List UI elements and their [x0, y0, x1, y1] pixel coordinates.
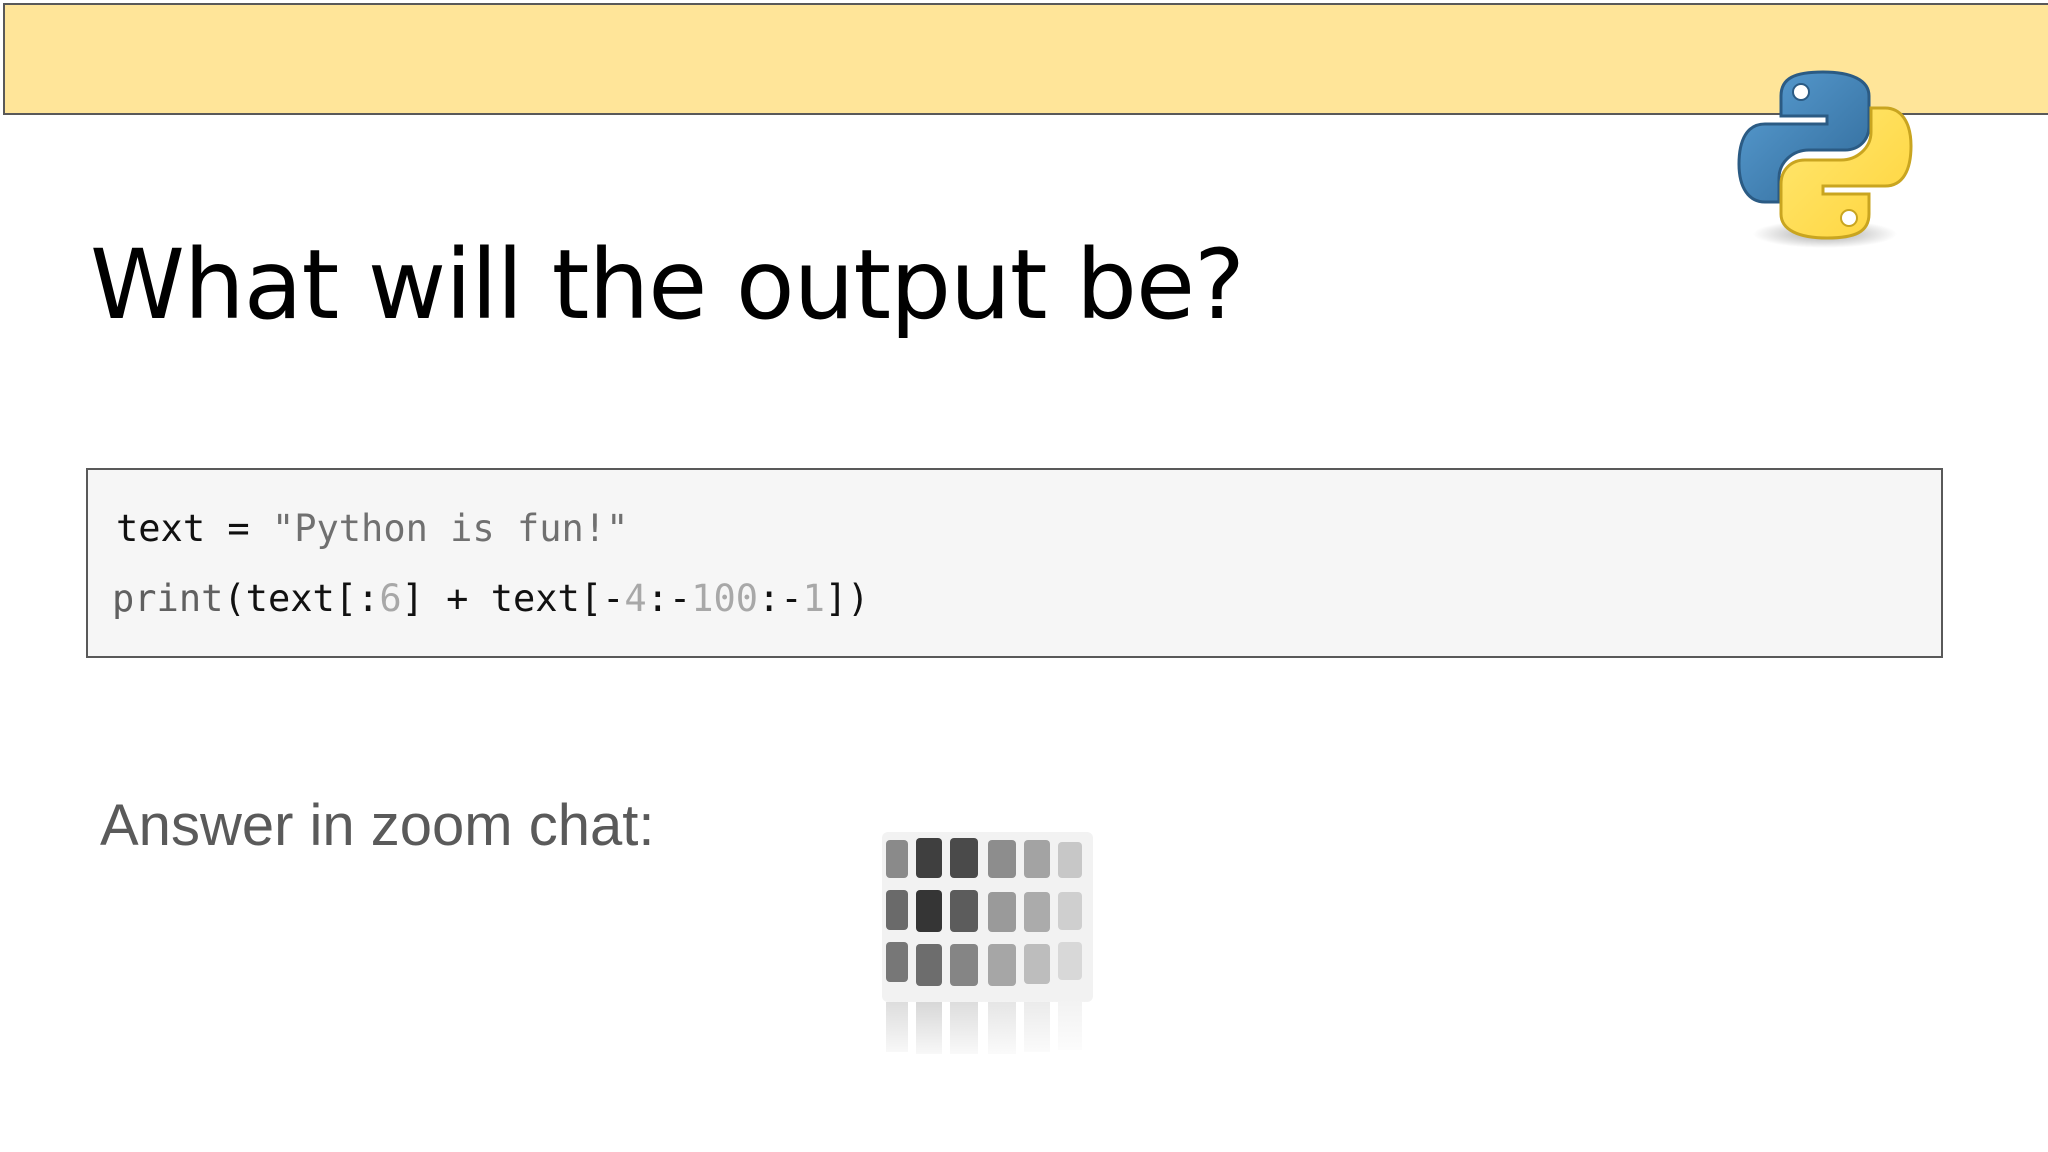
code-punct: :-	[646, 577, 692, 620]
python-logo-icon	[1737, 70, 1913, 248]
code-line-1: text = "Python is fun!"	[116, 505, 628, 553]
code-line-2: print(text[:6] + text[-4:-100:-1])	[112, 575, 869, 623]
code-punct: ])	[824, 577, 870, 620]
code-punct: ] + text[-	[401, 577, 625, 620]
code-number: 6	[379, 577, 402, 620]
slide-title: What will the output be?	[90, 229, 1245, 341]
code-punct: (text[:	[223, 577, 380, 620]
code-number: 1	[802, 577, 825, 620]
code-number: 100	[691, 577, 759, 620]
answer-prompt: Answer in zoom chat:	[100, 793, 655, 858]
code-operator: =	[205, 507, 272, 550]
code-block: text = "Python is fun!" print(text[:6] +…	[86, 468, 1943, 658]
code-variable: text	[116, 507, 206, 550]
code-string: "Python is fun!"	[271, 507, 629, 550]
code-number: 4	[624, 577, 647, 620]
code-builtin: print	[112, 577, 224, 620]
code-punct: :-	[758, 577, 803, 620]
rubiks-cube-icon	[880, 832, 1095, 1065]
